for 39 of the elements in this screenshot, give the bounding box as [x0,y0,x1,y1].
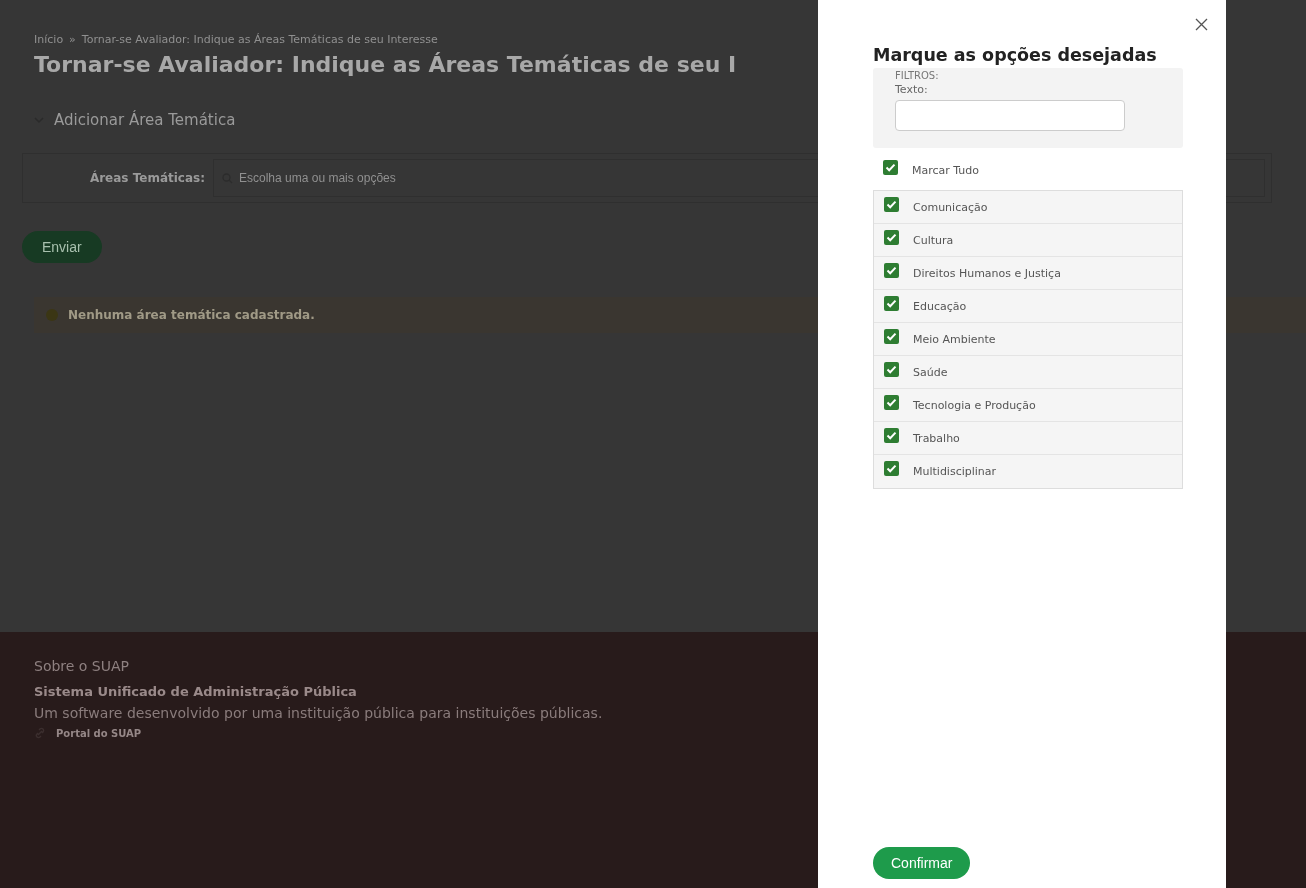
checkbox[interactable] [884,295,899,311]
drawer-title: Marque as opções desejadas [873,44,1157,66]
checkbox[interactable] [884,427,899,443]
checkbox[interactable] [884,262,899,278]
checkbox[interactable] [884,461,899,476]
footer-link[interactable]: Portal do SUAP [56,727,142,739]
option-label[interactable]: Direitos Humanos e Justiça [913,266,1061,280]
close-icon[interactable] [1195,18,1208,31]
submit-button[interactable]: Enviar [22,231,102,263]
breadcrumb-separator: » [69,32,76,46]
confirm-button[interactable]: Confirmar [873,847,971,879]
footer-system-name: Sistema Unificado de Administração Pública [34,684,357,699]
option-label[interactable]: Marcar Tudo [912,164,980,177]
checkbox[interactable] [884,361,899,377]
text-label: Texto: [895,83,928,96]
option-label[interactable]: Comunicação [913,200,988,214]
breadcrumb-link[interactable]: Tornar-se Avaliador: Indique as Áreas Temáticas de seu Interesse [81,32,438,46]
option-label[interactable]: Tecnologia e Produção [913,398,1036,412]
checkbox[interactable] [884,328,899,344]
option-label[interactable]: Saúde [913,365,948,379]
checkbox[interactable] [883,160,898,175]
alert-text: Nenhuma área temática cadastrada. [68,308,315,322]
section-title[interactable]: Adicionar Área Temática [54,111,236,129]
checkbox[interactable] [884,394,899,410]
option-label[interactable]: Trabalho [913,431,960,445]
option-label[interactable]: Meio Ambiente [913,332,996,346]
breadcrumb-link[interactable]: Início [34,32,64,46]
info-icon [46,309,58,321]
option-label[interactable]: Cultura [913,233,954,247]
filters-label: FILTROS: [895,70,939,83]
page-title: Tornar-se Avaliador: Indique as Áreas Temáticas de seu I [34,52,737,77]
checkbox[interactable] [884,229,899,245]
text-input-field[interactable] [895,100,1125,131]
option-label[interactable]: Multidisciplinar [913,465,997,478]
field-label: Áreas Temáticas: [88,171,205,185]
footer-heading: Sobre o SUAP [34,658,130,674]
option-label[interactable]: Educação [913,299,967,313]
footer-description: Um software desenvolvido por uma instituição pública para instituições públicas. [34,705,603,721]
checkbox[interactable] [884,196,899,212]
